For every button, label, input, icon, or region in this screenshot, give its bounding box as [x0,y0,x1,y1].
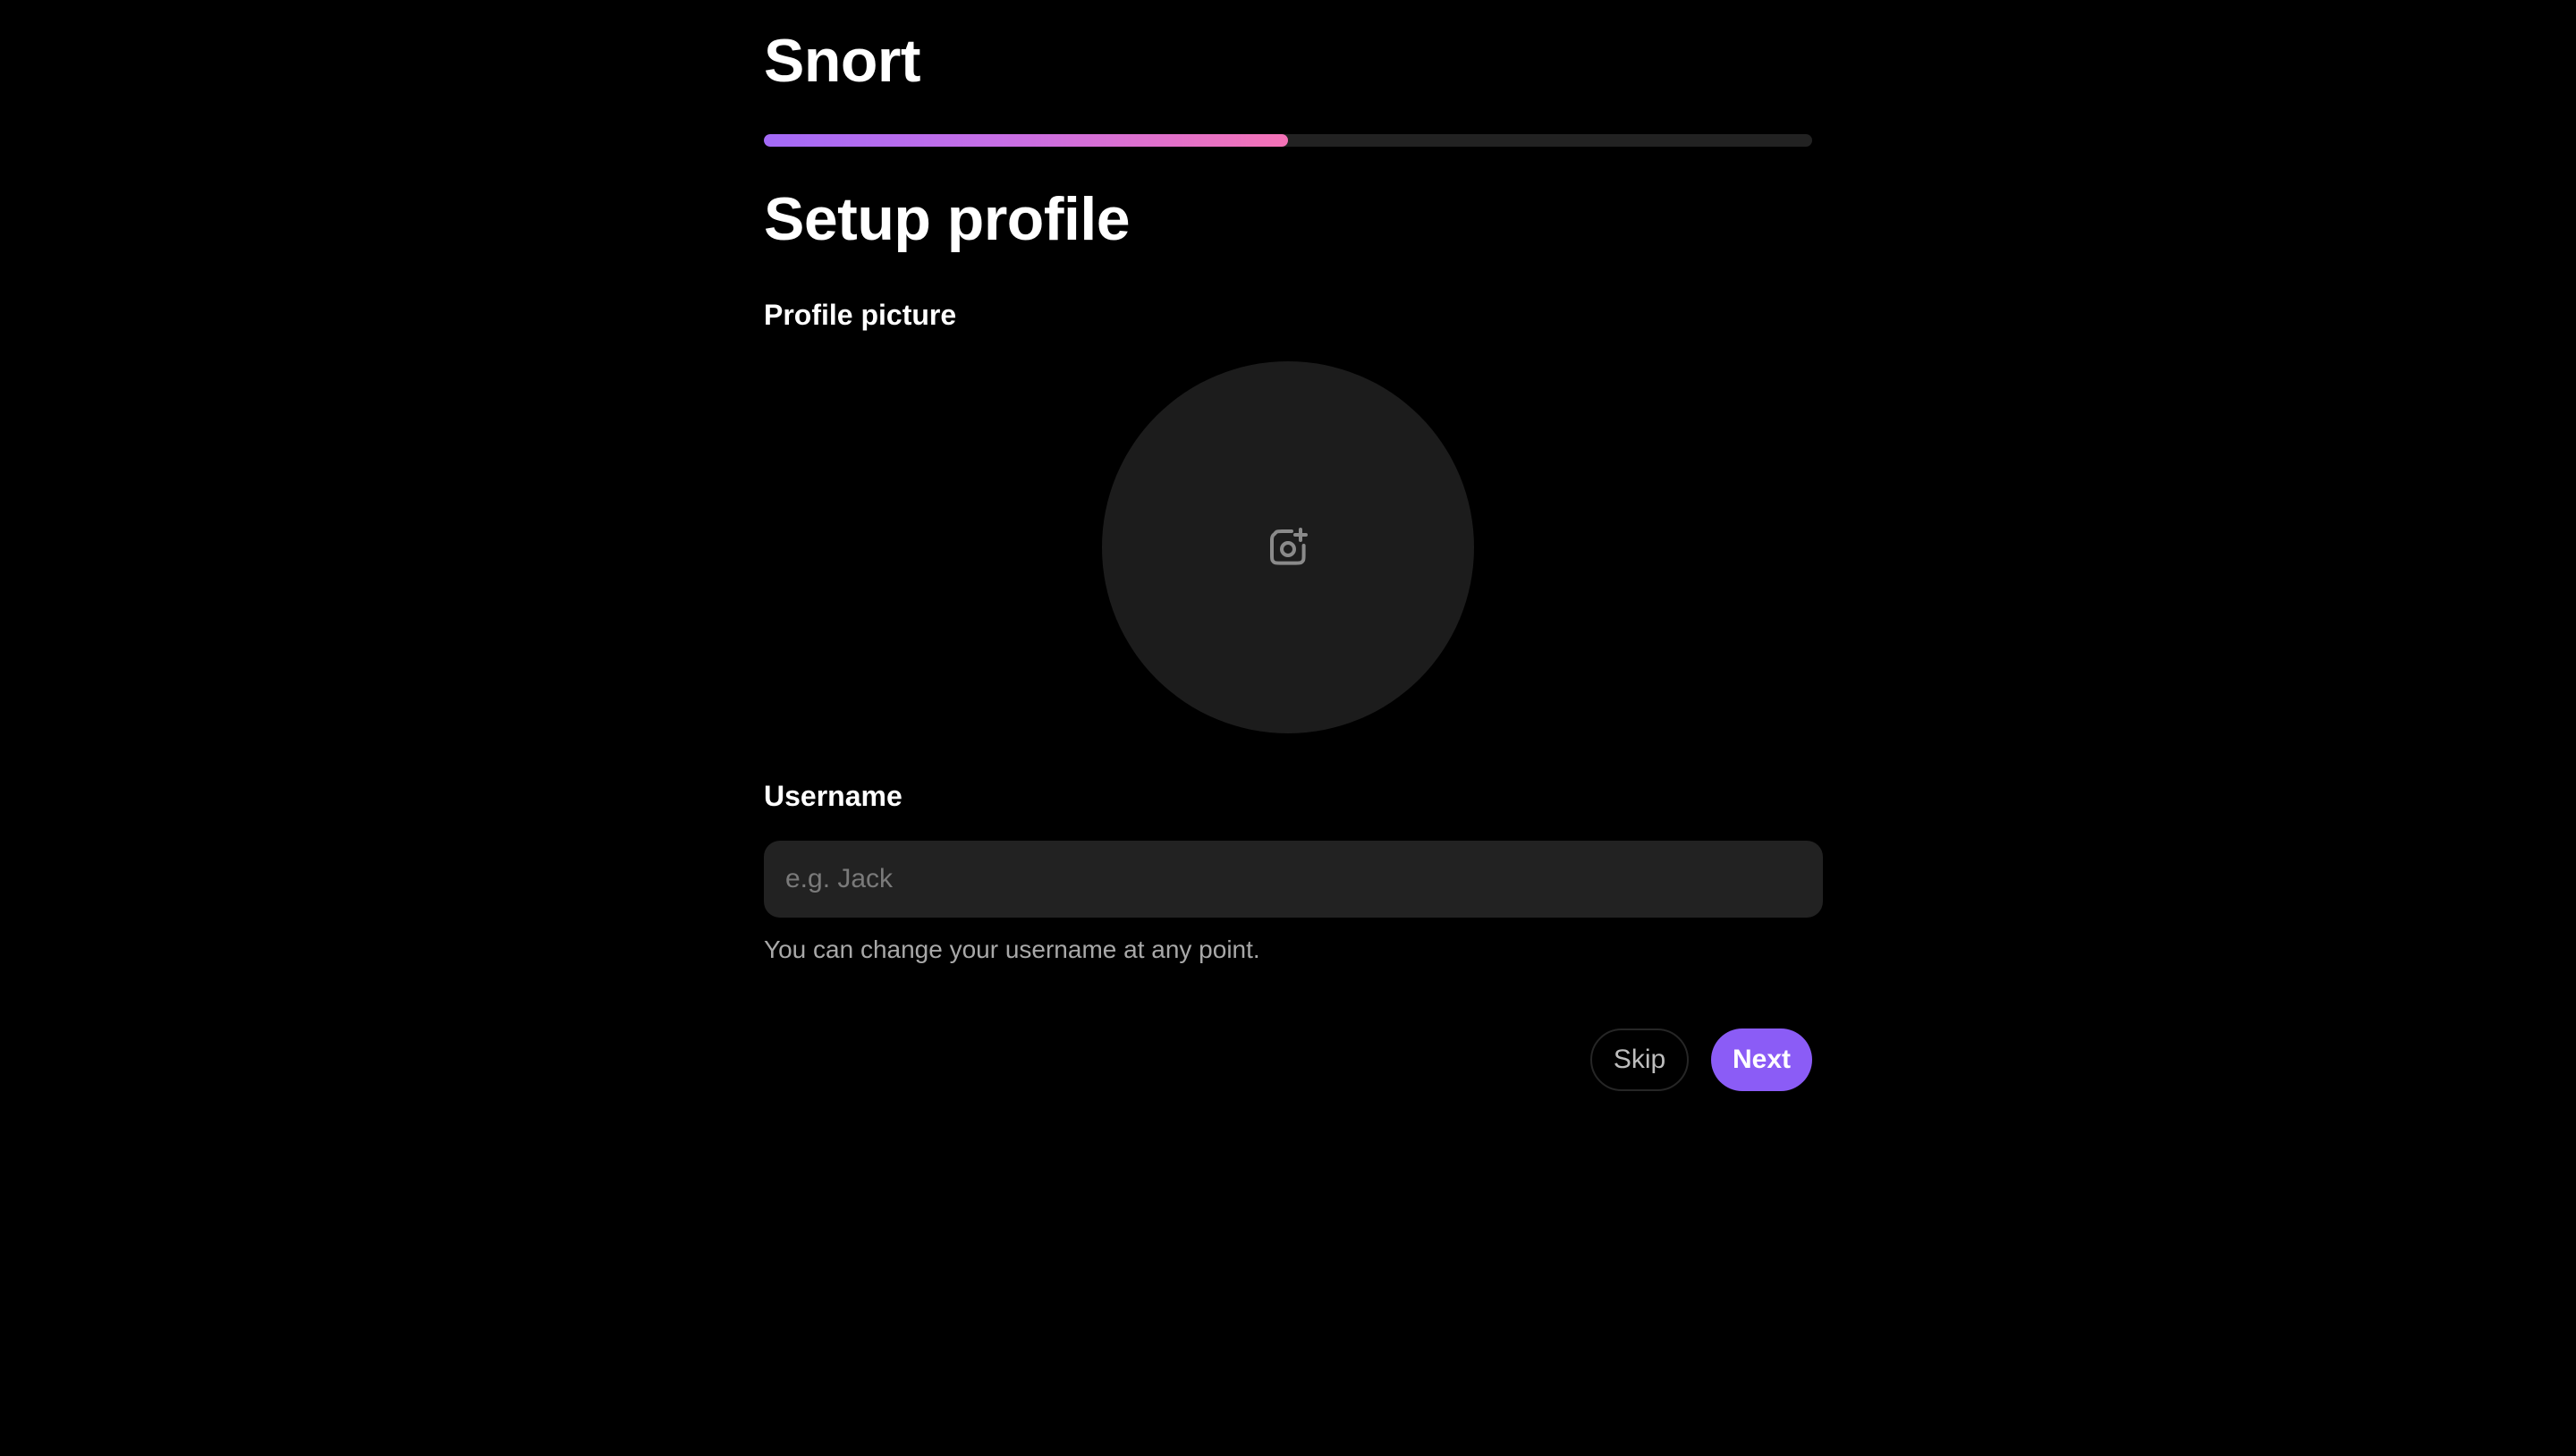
page-title: Setup profile [764,185,1131,253]
brand-logo: Snort [764,27,921,95]
onboarding-progress-bar [764,134,1812,147]
username-input[interactable] [764,841,1823,918]
avatar-upload-button[interactable] [1102,361,1474,733]
next-button[interactable]: Next [1711,1029,1812,1091]
onboarding-page: Snort Setup profile Profile picture User… [0,0,2576,1456]
camera-add-icon [1267,526,1309,569]
username-label: Username [764,780,902,812]
onboarding-progress-fill [764,134,1288,147]
profile-picture-label: Profile picture [764,299,957,331]
skip-button[interactable]: Skip [1590,1029,1689,1091]
username-helper-text: You can change your username at any poin… [764,935,1260,963]
